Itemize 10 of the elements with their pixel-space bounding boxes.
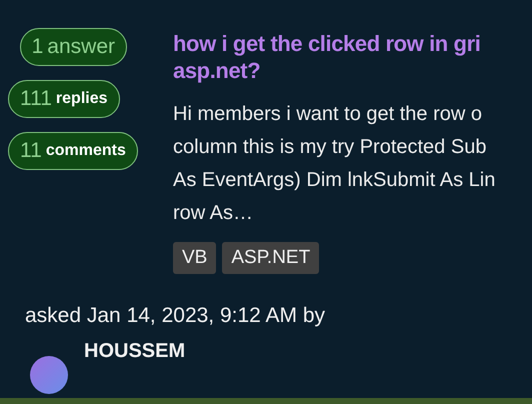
question-excerpt: Hi members i want to get the row o column this is my try Protected Sub As EventArgs) Dim lnkSubmit As Lin row As… [173,102,496,226]
stat-pill: 111 replies [8,80,120,118]
tag-link[interactable]: ASP.NET [222,242,320,274]
author-name[interactable]: HOUSSEM [84,340,186,363]
avatar-circle [30,356,68,394]
asked-date-text: asked Jan 14, 2023, 9:12 AM by [25,304,326,328]
question-title-link[interactable]: how i get the clicked row in gri asp.net? [173,30,480,84]
stat-pill: 1 answer [20,28,127,66]
tag-link[interactable]: VB [173,242,216,274]
stat-pill: 11 comments [8,132,138,170]
